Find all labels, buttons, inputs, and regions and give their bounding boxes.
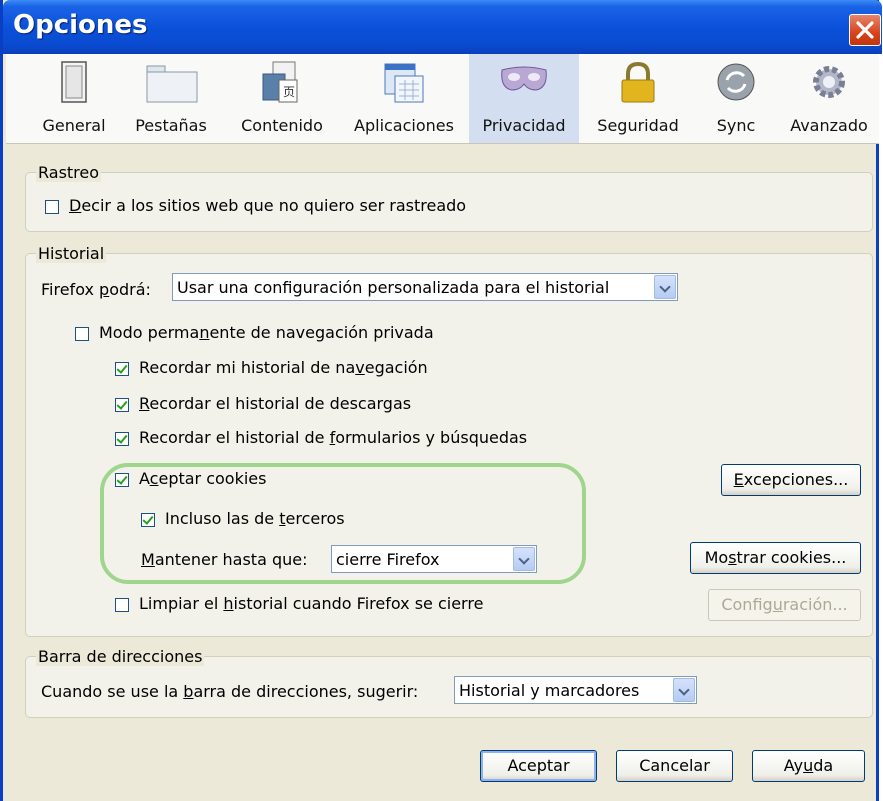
clear-on-close-label[interactable]: Limpiar el historial cuando Firefox se c… — [139, 594, 483, 613]
accept-button[interactable]: Aceptar — [480, 750, 597, 782]
lock-icon — [621, 61, 655, 103]
private-mode-checkbox[interactable] — [75, 327, 89, 341]
firefox-will-label: Firefox podrá: — [41, 280, 151, 299]
tab-seguridad[interactable]: Seguridad — [586, 54, 690, 143]
history-mode-value: Usar una configuración personalizada par… — [177, 278, 610, 297]
close-icon — [856, 21, 874, 39]
chevron-down-icon[interactable] — [673, 678, 695, 702]
applications-icon — [384, 63, 424, 103]
private-mode-label[interactable]: Modo permanente de navegación privada — [99, 323, 434, 342]
tab-avanzado[interactable]: Avanzado — [782, 54, 876, 143]
window-title: Opciones — [13, 10, 148, 40]
exceptions-button[interactable]: Excepciones... — [721, 464, 861, 496]
remember-downloads-label[interactable]: Recordar el historial de descargas — [139, 394, 411, 413]
show-cookies-button[interactable]: Mostrar cookies... — [690, 542, 861, 574]
do-not-track-checkbox[interactable] — [45, 200, 59, 214]
cancel-button[interactable]: Cancelar — [616, 750, 733, 782]
tab-privacidad[interactable]: Privacidad — [469, 54, 579, 143]
tab-label: Seguridad — [597, 116, 679, 135]
tab-label: General — [42, 116, 106, 135]
do-not-track-label[interactable]: Decir a los sitios web que no quiero ser… — [69, 196, 466, 215]
history-mode-select[interactable]: Usar una configuración personalizada par… — [172, 273, 678, 301]
cookie-settings-highlight — [100, 463, 586, 584]
tab-label: Avanzado — [790, 116, 868, 135]
remember-downloads-checkbox[interactable] — [115, 398, 129, 412]
content-icon: 页 — [262, 61, 298, 103]
tab-label: Pestañas — [135, 116, 207, 135]
tracking-legend: Rastreo — [36, 163, 102, 182]
title-bar: Opciones — [3, 0, 882, 54]
tab-general[interactable]: General — [33, 54, 115, 143]
tab-label: Contenido — [241, 116, 323, 135]
suggest-value: Historial y marcadores — [459, 681, 640, 700]
tab-sync[interactable]: Sync — [700, 54, 772, 143]
remember-history-label[interactable]: Recordar mi historial de navegación — [139, 358, 428, 377]
tab-pestanas[interactable]: Pestañas — [124, 54, 218, 143]
clear-on-close-checkbox[interactable] — [115, 598, 129, 612]
tabs-icon — [146, 65, 198, 103]
tab-label: Sync — [716, 116, 756, 135]
settings-button[interactable]: Configuración... — [708, 589, 861, 621]
tab-contenido[interactable]: 页 Contenido — [228, 54, 336, 143]
remember-history-checkbox[interactable] — [115, 362, 129, 376]
gear-icon — [813, 66, 845, 98]
general-icon — [61, 61, 87, 103]
tab-aplicaciones[interactable]: Aplicaciones — [342, 54, 466, 143]
address-bar-legend: Barra de direcciones — [36, 647, 205, 666]
remember-forms-label[interactable]: Recordar el historial de formularios y b… — [139, 428, 527, 447]
history-legend: Historial — [36, 244, 107, 263]
suggest-label: Cuando se use la barra de direcciones, s… — [41, 682, 419, 701]
options-window: Opciones General Pestañas 页 Contenido Ap… — [0, 0, 882, 801]
help-button[interactable]: Ayuda — [752, 750, 865, 782]
suggest-select[interactable]: Historial y marcadores — [454, 676, 697, 704]
svg-text:页: 页 — [283, 85, 295, 99]
remember-forms-checkbox[interactable] — [115, 432, 129, 446]
tab-label: Privacidad — [482, 116, 566, 135]
mask-icon — [501, 66, 547, 91]
tab-label: Aplicaciones — [354, 116, 454, 135]
close-button[interactable] — [849, 14, 881, 46]
sync-icon — [717, 63, 755, 101]
category-toolbar: General Pestañas 页 Contenido Aplicacione… — [6, 54, 879, 144]
chevron-down-icon[interactable] — [654, 275, 676, 299]
